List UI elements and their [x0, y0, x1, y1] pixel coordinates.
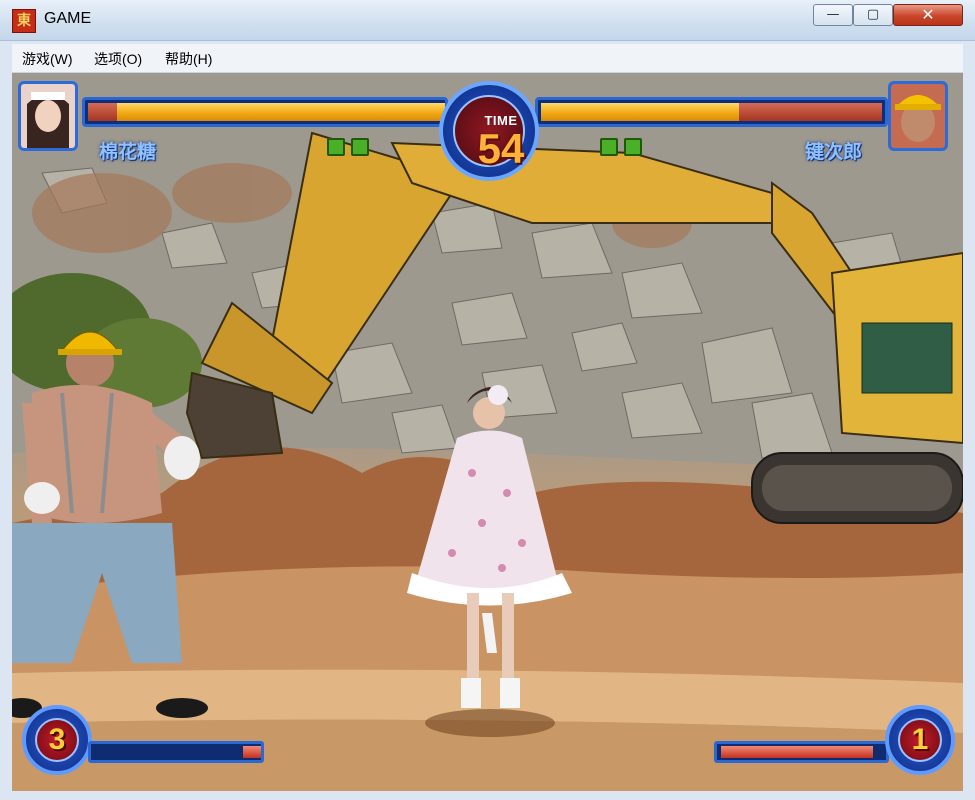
timer-value: 54	[477, 125, 525, 172]
player1-name: 棉花糖	[99, 141, 157, 163]
player1-health-lost	[88, 103, 117, 121]
player2-power-gauge	[714, 741, 889, 763]
maximize-button[interactable]: ▢	[853, 4, 893, 26]
timer-dial: TIME 54	[453, 95, 525, 172]
round-win-pip	[600, 138, 618, 156]
game-viewport[interactable]: TIME 54 棉花糖 键次郎 3 1	[12, 73, 963, 791]
player2-health-bar	[535, 97, 888, 127]
player2-avatar	[891, 84, 945, 148]
close-button[interactable]: ✕	[893, 4, 963, 26]
round-win-pip	[327, 138, 345, 156]
player1-health-fill	[116, 103, 445, 121]
window-titlebar[interactable]: 東 GAME — ▢ ✕	[0, 0, 975, 41]
window-title: GAME	[44, 10, 92, 27]
round-win-pip	[624, 138, 642, 156]
player2-health-lost	[738, 103, 882, 121]
menu-bar: 游戏(W) 选项(O) 帮助(H)	[12, 44, 963, 73]
player2-power-fill	[721, 746, 873, 758]
player1-power-stock: 3	[22, 705, 92, 775]
player1-avatar	[21, 84, 75, 148]
player2-name: 键次郎	[805, 141, 863, 163]
close-icon: ✕	[921, 5, 935, 24]
player2-portrait	[888, 81, 948, 151]
maximize-icon: ▢	[866, 7, 880, 22]
player2-health-fill	[541, 103, 739, 121]
app-icon: 東	[12, 9, 36, 33]
minimize-icon: —	[826, 7, 840, 22]
player1-power-fill	[242, 746, 261, 758]
player2-power-count: 1	[898, 718, 942, 762]
player2-power-stock: 1	[885, 705, 955, 775]
player1-power-gauge	[88, 741, 264, 763]
round-win-pip	[351, 138, 369, 156]
menu-help[interactable]: 帮助(H)	[165, 49, 212, 69]
menu-options[interactable]: 选项(O)	[94, 49, 142, 69]
player1-power-count: 3	[35, 718, 79, 762]
player1-health-bar	[82, 97, 448, 127]
player1-portrait	[18, 81, 78, 151]
menu-game[interactable]: 游戏(W)	[22, 49, 73, 69]
round-timer: TIME 54	[439, 81, 539, 181]
minimize-button[interactable]: —	[813, 4, 853, 26]
